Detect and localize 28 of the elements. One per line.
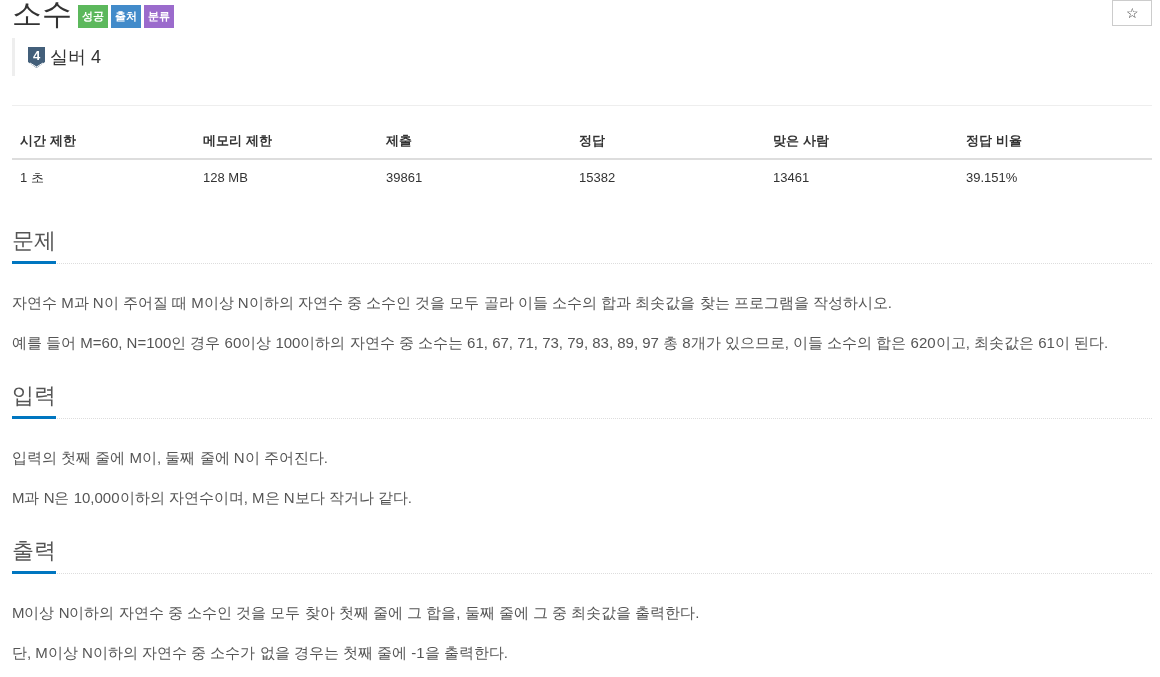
tag-label[interactable]: 분류 xyxy=(144,5,174,28)
favorite-button[interactable]: ☆ xyxy=(1112,0,1152,26)
table-cell: 1 초 xyxy=(12,159,195,196)
section-heading: 입력 xyxy=(12,384,56,419)
tier-shield-icon: 4 xyxy=(28,46,45,68)
tier-label: 실버 4 xyxy=(50,48,101,66)
table-cell: 13461 xyxy=(765,159,958,196)
table-cell: 39.151% xyxy=(958,159,1152,196)
paragraph: 단, M이상 N이하의 자연수 중 소수가 없을 경우는 첫째 줄에 -1을 출력한다. xyxy=(12,643,509,663)
table-cell: 128 MB xyxy=(195,159,378,196)
tag-label[interactable]: 출처 xyxy=(111,5,141,28)
section-heading: 문제 xyxy=(12,229,56,264)
paragraph: 예를 들어 M=60, N=100인 경우 60이상 100이하의 자연수 중 소수는 61, 67, 71, 73, 79, 83, 89, 97 총 8개가 있으므로, 이들 소수의 합은 620이고, 최솟값은 61이 된다. xyxy=(12,333,1110,353)
problem-title: 소수 xyxy=(12,0,72,28)
paragraph: M이상 N이하의 자연수 중 소수인 것을 모두 찾아 첫째 줄에 그 합을, 둘째 줄에 그 중 최솟값을 출력한다. xyxy=(12,603,701,623)
table-cell: 15382 xyxy=(571,159,765,196)
column-header: 제출 xyxy=(378,123,571,159)
section-heading: 출력 xyxy=(12,539,56,574)
paragraph: 자연수 M과 N이 주어질 때 M이상 N이하의 자연수 중 소수인 것을 모두 골라 이들 소수의 합과 최솟값을 찾는 프로그램을 작성하시오. xyxy=(12,293,893,313)
table-cell: 39861 xyxy=(378,159,571,196)
paragraph: M과 N은 10,000이하의 자연수이며, M은 N보다 작거나 같다. xyxy=(12,488,414,508)
column-header: 정답 xyxy=(571,123,765,159)
paragraph: 입력의 첫째 줄에 M이, 둘째 줄에 N이 주어진다. xyxy=(12,448,329,468)
column-header: 정답 비율 xyxy=(958,123,1152,159)
tag-label[interactable]: 성공 xyxy=(78,5,108,28)
column-header: 시간 제한 xyxy=(12,123,195,159)
column-header: 메모리 제한 xyxy=(195,123,378,159)
column-header: 맞은 사람 xyxy=(765,123,958,159)
